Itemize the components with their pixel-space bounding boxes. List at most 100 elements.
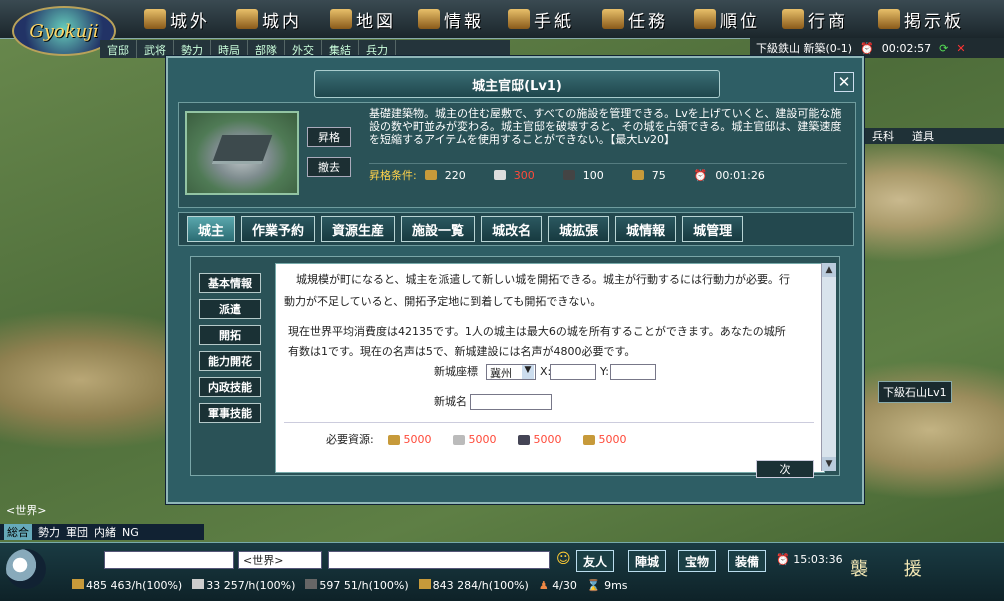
scroll-down-icon[interactable]: ▼ [822, 457, 836, 471]
game-clock: ⏰ 15:03:36 [776, 553, 843, 566]
castle-name-input[interactable] [470, 394, 552, 410]
divider [284, 422, 814, 423]
alarm-clock-icon: ⏰ [776, 553, 790, 566]
nav-inside-castle[interactable]: 城内 [236, 6, 302, 32]
soldier-count: ♟ 4/30 [538, 578, 577, 592]
house-icon [236, 9, 258, 29]
tab-content: 基本情報 派遣 開拓 能力開花 内政技能 軍事技能 城規模が町になると、城主を派… [190, 256, 840, 476]
nav-ranking[interactable]: 順位 [694, 6, 760, 32]
chat-tab-ng[interactable]: NG [122, 526, 139, 539]
food-icon [631, 170, 644, 180]
letter-icon [508, 9, 530, 29]
tab-castle-info[interactable]: 城情報 [615, 216, 677, 242]
chat-channel-select[interactable]: <世界> [238, 551, 322, 569]
status-line: 有数は1です。現在の名声は5で、新城建設には名声が4800必要です。 [288, 345, 636, 358]
chat-recipient-field[interactable] [104, 551, 234, 569]
timer: 00:02:57 [881, 41, 932, 55]
status-line: 現在世界平均消費度は42135です。1人の城主は最大6の城を所有することができま… [288, 325, 786, 338]
tab-rename[interactable]: 城改名 [481, 216, 543, 242]
cost-wood: 220 [444, 168, 466, 182]
chat-input[interactable] [328, 551, 550, 569]
treasure-button[interactable]: 宝物 [678, 550, 717, 572]
tab-production[interactable]: 資源生産 [321, 216, 396, 242]
formation-button[interactable]: 陣城 [628, 550, 667, 572]
scrollbar[interactable]: ▲ ▼ [821, 263, 836, 471]
nav-info[interactable]: 情報 [418, 6, 484, 32]
current-castle[interactable]: 下級鉄山 新築(0-1) [756, 40, 852, 56]
cost-cotton: 300 [513, 168, 535, 182]
req-resources: 5000 5000 5000 5000 [388, 430, 627, 450]
nav-letters[interactable]: 手紙 [508, 6, 574, 32]
tab-lord[interactable]: 城主 [187, 216, 236, 242]
menu-basic-info[interactable]: 基本情報 [199, 273, 261, 293]
dialog-tabs: 城主 作業予約 資源生産 施設一覧 城改名 城拡張 城情報 城管理 [178, 212, 854, 246]
x-input[interactable] [550, 364, 596, 380]
upgrade-cost-row: 昇格条件: 220 300 100 75 ⏰ 00:01:26 [369, 163, 847, 183]
wood-icon [388, 435, 400, 445]
subnav-item[interactable]: 官邸 [100, 40, 137, 58]
cotton-icon [192, 578, 205, 589]
close-icon: ✕ [837, 73, 851, 91]
menu-military-skill[interactable]: 軍事技能 [199, 403, 261, 423]
tab-facilities[interactable]: 施設一覧 [401, 216, 476, 242]
menu-settle[interactable]: 開拓 [199, 325, 261, 345]
wood-resource: 485 463/h(100%) [72, 578, 182, 592]
iron-icon [562, 170, 575, 180]
nav-bulletin[interactable]: 掲示板 [878, 6, 964, 32]
food-icon [583, 435, 595, 445]
remove-button[interactable]: 撤去 [307, 157, 351, 177]
close-icon[interactable]: ✕ [956, 42, 965, 55]
upgrade-button[interactable]: 昇格 [307, 127, 351, 147]
building-info: 昇格 撤去 基礎建築物。城主の住む屋敷で、すべての施設を管理できる。Lvを上げて… [178, 102, 856, 208]
top-navigation: 城外 城内 地図 情報 手紙 任務 順位 行商 掲示板 [0, 0, 1004, 39]
y-input[interactable] [610, 364, 656, 380]
tab-castle-manage[interactable]: 城管理 [682, 216, 744, 242]
menu-domestic-skill[interactable]: 内政技能 [199, 377, 261, 397]
tab-items[interactable]: 道具 [912, 128, 934, 144]
alarm-clock-icon: ⏰ [860, 41, 874, 55]
nav-outside-castle[interactable]: 城外 [144, 6, 210, 32]
refresh-icon[interactable]: ⟳ [939, 42, 948, 55]
food-resource: 843 284/h(100%) [418, 578, 529, 592]
friends-button[interactable]: 友人 [576, 550, 615, 572]
chat-tab-private[interactable]: 内緒 [94, 524, 116, 540]
menu-dispatch[interactable]: 派遣 [199, 299, 261, 319]
nav-map[interactable]: 地図 [330, 6, 396, 32]
building-dialog: 城主官邸(Lv1) ✕ 昇格 撤去 基礎建築物。城主の住む屋敷で、すべての施設を… [166, 56, 864, 504]
tab-expand[interactable]: 城拡張 [548, 216, 610, 242]
province-select[interactable]: 冀州 ▼ [486, 364, 536, 380]
attack-button[interactable]: 襲 [850, 559, 868, 580]
nav-missions[interactable]: 任務 [602, 6, 668, 32]
map-city-label[interactable]: 下級石山Lv1 [878, 381, 952, 403]
wood-icon [424, 170, 437, 180]
hourglass-icon: ⌛ [586, 578, 601, 592]
support-button[interactable]: 援 [904, 559, 922, 580]
chat-tab-all[interactable]: 総合 [4, 524, 32, 540]
chat-tab-force[interactable]: 勢力 [38, 524, 60, 540]
cost-label: 昇格条件: [369, 169, 417, 182]
nav-trade[interactable]: 行商 [782, 6, 848, 32]
cotton-icon [453, 435, 465, 445]
right-panel-tabs: 兵科 道具 [862, 128, 1004, 144]
lord-menu: 基本情報 派遣 開拓 能力開花 内政技能 軍事技能 [195, 261, 265, 467]
wood-icon [72, 578, 84, 589]
close-button[interactable]: ✕ [834, 72, 854, 92]
equipment-button[interactable]: 装備 [728, 550, 767, 572]
tab-troops[interactable]: 兵科 [872, 128, 894, 144]
tab-reservation[interactable]: 作業予約 [241, 216, 316, 242]
soldier-icon: ♟ [538, 578, 549, 592]
scroll-up-icon[interactable]: ▲ [822, 263, 836, 277]
chat-tab-corps[interactable]: 軍団 [66, 524, 88, 540]
menu-ability[interactable]: 能力開花 [199, 351, 261, 371]
latency: ⌛ 9ms [586, 578, 628, 592]
emoji-icon[interactable]: ☺ [556, 551, 571, 567]
next-button[interactable]: 次 [756, 460, 814, 478]
medal-icon [694, 9, 716, 29]
building-description: 基礎建築物。城主の住む屋敷で、すべての施設を管理できる。Lvを上げていくと、建設… [369, 107, 842, 146]
iron-resource: 597 51/h(100%) [305, 578, 409, 592]
menu-orb-icon[interactable] [6, 549, 46, 589]
cost-iron: 100 [582, 168, 604, 182]
castle-icon [144, 9, 166, 29]
cotton-icon [493, 170, 506, 180]
chat-channel-label: <世界> [6, 504, 47, 517]
